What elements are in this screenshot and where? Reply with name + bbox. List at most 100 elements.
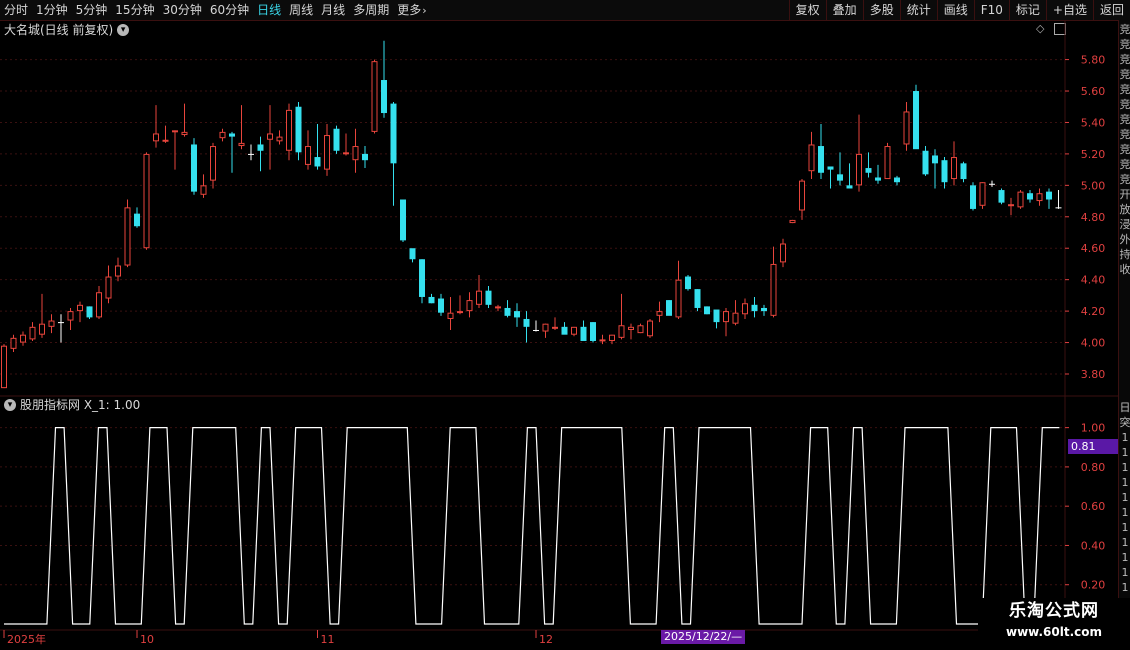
candle-body: [751, 304, 758, 312]
strip-char: 1: [1121, 446, 1129, 459]
period-toolbar: 分时 1分钟 5分钟 15分钟 30分钟 60分钟 日线 周线 月线 多周期 更多› 复权 叠加 多股统…: [0, 0, 1130, 21]
candle-body: [618, 325, 625, 338]
candle-body: [856, 153, 862, 186]
candle-body: [29, 326, 36, 340]
indicator-tick-label: 0.60: [1081, 500, 1106, 513]
y-tick-label: 4.40: [1081, 274, 1106, 287]
tool-button-2[interactable]: 多股: [862, 0, 900, 20]
candle-body: [599, 339, 606, 342]
candle-body: [428, 296, 435, 304]
strip-char: 竞: [1119, 158, 1130, 171]
candle-body: [1055, 207, 1062, 209]
period-tab-7[interactable]: 周线: [285, 0, 317, 20]
candle-body: [637, 325, 644, 334]
strip-char: 1: [1121, 491, 1129, 504]
strip-char: 1: [1121, 536, 1129, 549]
strip-char: 收: [1119, 263, 1130, 276]
strip-char: 竞: [1119, 68, 1130, 81]
indicator-tick-label: 0.80: [1081, 461, 1106, 474]
candle-body: [837, 174, 843, 181]
candle-body: [780, 243, 786, 263]
candle-body: [1008, 204, 1014, 207]
strip-char: 放: [1119, 203, 1130, 216]
tool-button-6[interactable]: 标记: [1008, 0, 1046, 20]
tool-button-7[interactable]: +自选: [1045, 0, 1093, 20]
period-tab-0[interactable]: 分时: [0, 0, 32, 20]
candle-body: [666, 300, 672, 316]
candle-body: [523, 318, 530, 327]
period-tab-5[interactable]: 60分钟: [206, 0, 253, 20]
candle-body: [58, 322, 64, 324]
y-tick-label: 3.80: [1081, 368, 1106, 381]
candle-body: [219, 131, 226, 139]
candle-body: [495, 306, 501, 309]
candle-body: [67, 311, 74, 321]
candle-body: [704, 306, 710, 315]
tool-button-3[interactable]: 统计: [899, 0, 937, 20]
candle-body: [799, 180, 805, 211]
x-tick-label: 10: [140, 633, 154, 646]
chart-canvas[interactable]: 5.80 5.60 5.40 5.20 5.00 4.80 4.60 4.40 4.20 4.00…: [0, 20, 1118, 650]
strip-char: 竞: [1119, 173, 1130, 186]
candle-body: [419, 259, 425, 297]
period-tab-4[interactable]: 30分钟: [159, 0, 206, 20]
period-tab-3[interactable]: 15分钟: [111, 0, 158, 20]
watermark-url: www.60lt.com: [1005, 625, 1103, 639]
strip-char: 1: [1121, 521, 1129, 534]
candle-body: [390, 103, 397, 164]
candle-body: [789, 219, 796, 224]
tool-button-4[interactable]: 画线: [936, 0, 974, 20]
candle-body: [238, 142, 245, 147]
candle-body: [352, 146, 359, 161]
candle-body: [1, 345, 7, 389]
strip-char: 竞: [1119, 113, 1130, 126]
period-tab-1[interactable]: 1分钟: [32, 0, 72, 20]
candle-body: [229, 133, 235, 137]
period-tab-6[interactable]: 日线: [253, 0, 285, 20]
strip-char: 外: [1119, 233, 1130, 246]
candle-body: [770, 263, 777, 316]
candle-body: [371, 61, 378, 132]
candle-body: [86, 306, 93, 318]
tool-button-8[interactable]: 返回: [1092, 0, 1130, 20]
candle-body: [134, 213, 140, 227]
candle-body: [685, 276, 691, 290]
candle-body: [476, 290, 482, 305]
y-tick-label: 5.60: [1081, 85, 1106, 98]
candle-body: [381, 80, 387, 114]
side-info-strip[interactable]: 竞竞竞竞竞竞竞竞竞竞竞开放浸外持收 日突11111111111111: [1118, 20, 1130, 630]
strip-char: 开: [1119, 188, 1130, 201]
strip-char: 竞: [1119, 38, 1130, 51]
candle-body: [609, 334, 615, 341]
x-tick-label: 11: [321, 633, 335, 646]
candle-body: [124, 207, 131, 266]
watermark-title: 乐淘公式网: [1009, 601, 1099, 621]
candle-body: [333, 128, 340, 151]
candle-body: [172, 130, 178, 133]
candle-body: [951, 157, 957, 180]
tool-button-5[interactable]: F10: [973, 0, 1009, 20]
watermark: 乐淘公式网 www.60lt.com: [978, 598, 1130, 650]
strip-char: 1: [1121, 431, 1129, 444]
indicator-tick-label: 0.20: [1081, 579, 1106, 592]
more-periods-button[interactable]: 更多›: [393, 0, 430, 20]
candle-body: [362, 153, 368, 161]
candle-body: [970, 185, 976, 209]
candle-body: [552, 326, 558, 329]
candle-body: [998, 190, 1005, 203]
candle-body: [181, 131, 188, 136]
candle-body: [761, 307, 767, 312]
period-tab-8[interactable]: 月线: [317, 0, 349, 20]
candle-body: [675, 279, 682, 318]
tool-button-1[interactable]: 叠加: [825, 0, 863, 20]
period-tab-9[interactable]: 多周期: [349, 0, 393, 20]
period-tab-2[interactable]: 5分钟: [72, 0, 112, 20]
candle-body: [466, 300, 473, 312]
candle-body: [542, 323, 549, 332]
date-cursor-label: 2025/12/22/—: [661, 630, 746, 644]
candle-body: [884, 146, 891, 180]
tool-button-0[interactable]: 复权: [788, 0, 826, 20]
y-tick-label: 5.40: [1081, 116, 1106, 129]
candle-body: [191, 144, 197, 192]
candle-body: [77, 304, 83, 312]
